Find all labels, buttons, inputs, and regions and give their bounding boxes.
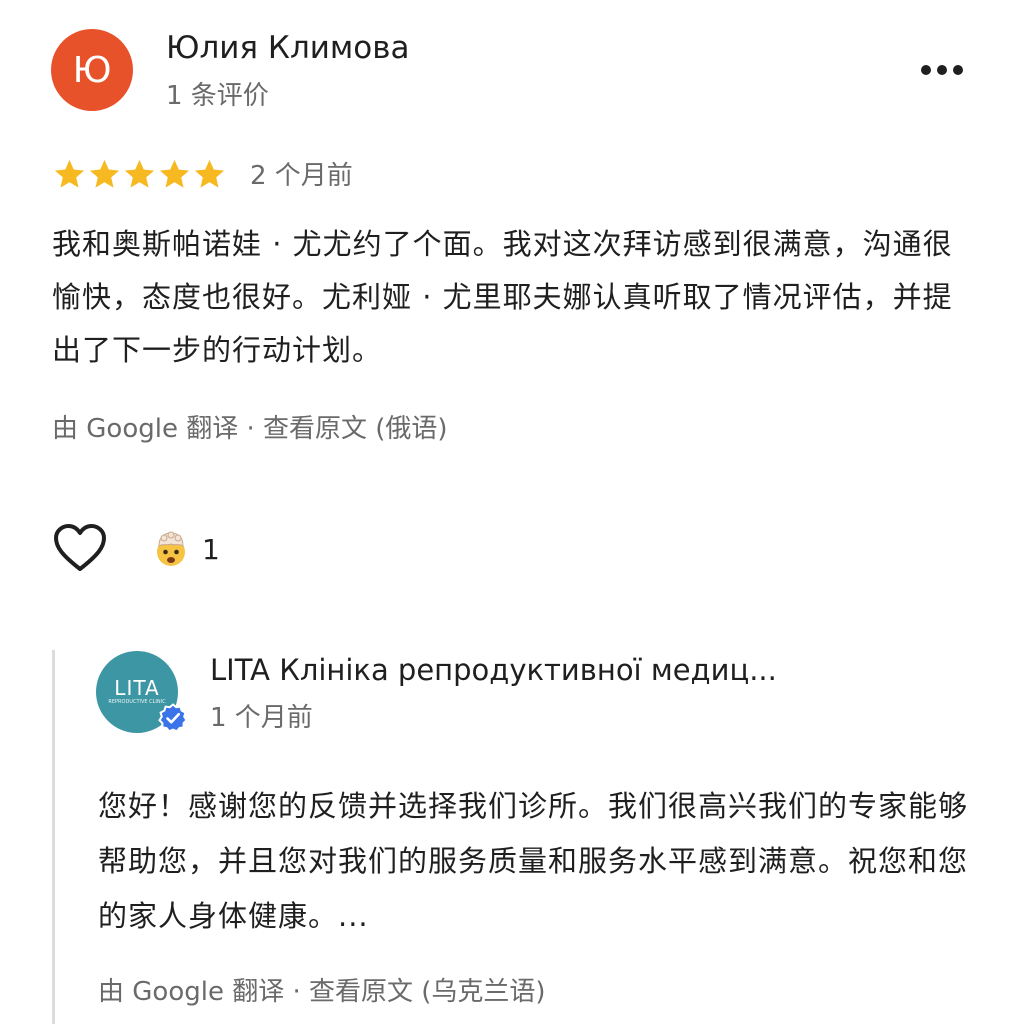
more-horizontal-icon (921, 65, 931, 75)
reviewer-name[interactable]: Юлия Климова (166, 30, 410, 66)
star-icon (89, 159, 120, 188)
like-button[interactable] (52, 522, 108, 574)
exploding-head-emoji-icon (157, 531, 185, 566)
review-time: 2 个月前 (250, 161, 353, 191)
star-icon (124, 159, 155, 188)
star-icon (54, 159, 85, 188)
reply-view-original-link[interactable]: 查看原文 (乌克兰语) (309, 977, 546, 1007)
star-rating (52, 154, 227, 194)
more-horizontal-icon-dot (953, 65, 963, 75)
translated-by-label: 由 Google 翻译 · (52, 414, 264, 444)
heart-outline-icon (54, 524, 106, 571)
review-text: 我和奥斯帕诺娃 · 尤尤约了个面。我对这次拜访感到很满意，沟通很愉快，态度也很好… (52, 227, 953, 367)
more-options-button[interactable] (912, 52, 972, 88)
owner-reply-time: 1 个月前 (210, 703, 313, 733)
verified-badge-icon (158, 703, 188, 733)
reply-translation-note: 由 Google 翻译 · 查看原文 (乌克兰语) (98, 971, 546, 1008)
reply-divider (52, 650, 55, 1024)
reaction-count: 1 (202, 532, 220, 566)
reaction-chip[interactable]: 1 (152, 528, 220, 570)
reply-translated-by-label: 由 Google 翻译 · (98, 977, 310, 1007)
avatar-letter: Ю (72, 49, 112, 91)
owner-name[interactable]: LITA Клініка репродуктивної медиц... (210, 653, 777, 687)
translation-note: 由 Google 翻译 · 查看原文 (俄语) (52, 408, 448, 445)
more-horizontal-icon-dot (937, 65, 947, 75)
star-icon (159, 159, 190, 188)
view-original-link[interactable]: 查看原文 (俄语) (263, 414, 448, 444)
reviewer-avatar[interactable]: Ю (51, 29, 133, 111)
star-icon (194, 159, 225, 188)
owner-reply-text[interactable]: 您好！感谢您的反馈并选择我们诊所。我们很高兴我们的专家能够帮助您，并且您对我们的… (98, 779, 978, 944)
owner-logo-text: LITA (114, 676, 160, 700)
review-count: 1 条评价 (166, 81, 269, 111)
